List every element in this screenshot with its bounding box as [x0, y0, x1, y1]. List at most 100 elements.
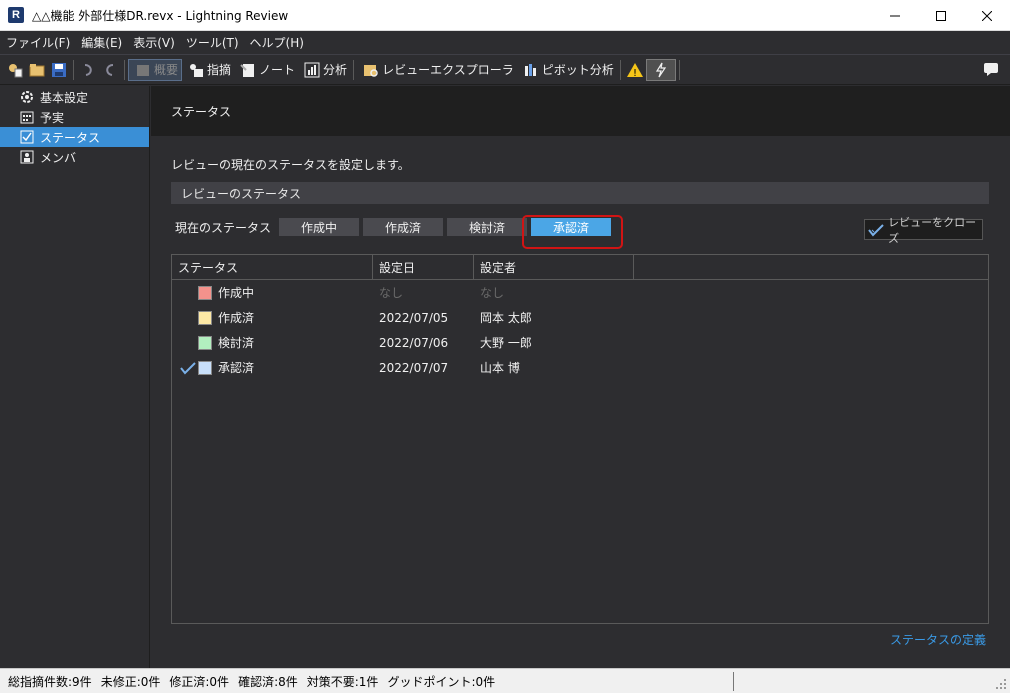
status-color-swatch	[198, 360, 212, 375]
window-controls	[872, 0, 1010, 31]
column-header-status[interactable]: ステータス	[172, 255, 373, 279]
menu-bar: ファイル(F) 編集(E) 表示(V) ツール(T) ヘルプ(H)	[0, 31, 1010, 55]
status-button-drafted[interactable]: 作成済	[363, 218, 443, 236]
minimize-button[interactable]	[872, 0, 918, 31]
note-icon	[239, 61, 257, 79]
unfixed-count: 未修正:0件	[100, 674, 161, 689]
status-button-drafting[interactable]: 作成中	[279, 218, 359, 236]
status-color-swatch	[198, 335, 212, 350]
current-status-label: 現在のステータス	[175, 220, 272, 235]
date-cell: なし	[379, 286, 404, 300]
table-row[interactable]: 承認済 2022/07/07 山本 博	[172, 355, 988, 380]
overview-icon	[134, 61, 152, 79]
date-cell: 2022/07/05	[379, 310, 449, 325]
sidebar-item-members[interactable]: メンバ	[0, 147, 149, 167]
toolbar-separator	[124, 59, 125, 80]
close-button[interactable]	[964, 0, 1010, 31]
gear-icon	[20, 90, 34, 104]
open-folder-icon[interactable]	[28, 61, 46, 79]
status-button-reviewed[interactable]: 検討済	[447, 218, 527, 236]
menu-file[interactable]: ファイル(F)	[0, 34, 75, 51]
analysis-button[interactable]: 分析	[298, 59, 350, 81]
comments-icon	[187, 61, 205, 79]
window-title: △△機能 外部仕様DR.revx - Lightning Review	[32, 8, 289, 23]
table-row[interactable]: 検討済 2022/07/06 大野 一郎	[172, 330, 988, 355]
review-explorer-button[interactable]: レビューエクスプローラ	[357, 59, 517, 81]
status-name: 作成済	[218, 311, 255, 325]
menu-tools[interactable]: ツール(T)	[180, 34, 244, 51]
menu-edit[interactable]: 編集(E)	[75, 34, 127, 51]
toolbar-separator	[619, 59, 621, 80]
pivot-button[interactable]: ピボット分析	[517, 59, 617, 81]
page-header: ステータス	[151, 86, 1010, 136]
comments-button[interactable]: 指摘	[182, 59, 234, 81]
status-definition-link[interactable]: ステータスの定義	[890, 631, 986, 648]
sidebar-item-status[interactable]: ステータス	[0, 127, 149, 147]
chat-bubble-icon	[982, 60, 1000, 78]
toolbar-separator	[678, 59, 680, 80]
status-color-swatch	[198, 310, 212, 325]
overview-label: 概要	[154, 63, 179, 77]
maximize-button[interactable]	[918, 0, 964, 31]
confirmed-count: 確認済:8件	[238, 674, 298, 689]
user-cell: 岡本 太郎	[480, 311, 532, 325]
page-title: ステータス	[171, 104, 232, 119]
sidebar-item-label: 予実	[40, 110, 65, 125]
page-description: レビューの現在のステータスを設定します。	[171, 158, 410, 172]
overview-button[interactable]: 概要	[128, 58, 183, 81]
redo-icon[interactable]	[101, 61, 119, 79]
analysis-label: 分析	[323, 63, 348, 77]
date-cell: 2022/07/07	[379, 360, 449, 375]
explorer-icon	[362, 61, 380, 79]
chart-icon	[303, 61, 321, 79]
save-icon[interactable]	[50, 61, 68, 79]
status-cell: 作成済	[198, 309, 373, 326]
status-name: 検討済	[218, 336, 255, 350]
minimize-icon	[890, 15, 900, 16]
section-title: レビューのステータス	[181, 186, 302, 201]
pivot-label: ピボット分析	[541, 63, 614, 77]
total-comments-count: 総指摘件数:9件	[8, 674, 92, 689]
menu-help[interactable]: ヘルプ(H)	[244, 34, 309, 51]
warning-check-icon[interactable]: !	[626, 61, 644, 79]
note-label: ノート	[259, 63, 296, 77]
resize-grip-icon[interactable]	[995, 678, 1007, 690]
sidebar: 基本設定 予実 ステータス メンバ	[0, 86, 150, 668]
no-action-count: 対策不要:1件	[306, 674, 379, 689]
note-button[interactable]: ノート	[234, 59, 298, 81]
checkmark-icon	[180, 361, 196, 374]
statusbar-divider	[733, 672, 734, 691]
title-bar: R △△機能 外部仕様DR.revx - Lightning Review	[0, 0, 1010, 31]
column-header-date[interactable]: 設定日	[373, 255, 474, 279]
toolbar-separator	[73, 59, 74, 80]
status-cell: 承認済	[198, 359, 373, 376]
table-row[interactable]: 作成中 なし なし	[172, 280, 988, 305]
close-review-label: レビューをクローズ	[888, 215, 977, 245]
lightning-button[interactable]	[645, 58, 676, 81]
row-check-cell	[172, 361, 198, 375]
main-panel: ステータス レビューの現在のステータスを設定します。 レビューのステータス 現在…	[151, 86, 1010, 668]
toolbar: 概要 指摘 ノート 分析 レビューエクスプローラ ピボット分析 !	[0, 55, 1010, 85]
table-row[interactable]: 作成済 2022/07/05 岡本 太郎	[172, 305, 988, 330]
comments-label: 指摘	[207, 63, 232, 77]
column-header-user[interactable]: 設定者	[474, 255, 634, 279]
good-point-count: グッドポイント:0件	[387, 674, 496, 689]
sidebar-item-schedule[interactable]: 予実	[0, 107, 149, 127]
undo-icon[interactable]	[79, 61, 97, 79]
user-cell: 山本 博	[480, 361, 520, 375]
status-history-table: ステータス 設定日 設定者 作成中 なし なし 作成済 2022/07/05 岡…	[171, 254, 989, 624]
pivot-icon	[522, 61, 540, 79]
close-review-button[interactable]: レビューをクローズ	[864, 216, 983, 245]
user-cell: 大野 一郎	[480, 336, 532, 350]
status-name: 承認済	[218, 361, 255, 375]
user-cell: なし	[480, 286, 505, 300]
date-cell: 2022/07/06	[379, 335, 449, 350]
members-icon	[20, 150, 34, 164]
sidebar-item-label: 基本設定	[40, 90, 89, 105]
sidebar-item-basic-settings[interactable]: 基本設定	[0, 87, 149, 107]
menu-view[interactable]: 表示(V)	[127, 34, 180, 51]
feedback-button[interactable]	[980, 60, 1002, 78]
fixed-count: 修正済:0件	[169, 674, 230, 689]
new-review-icon[interactable]	[6, 61, 24, 79]
lightning-icon	[652, 61, 670, 79]
